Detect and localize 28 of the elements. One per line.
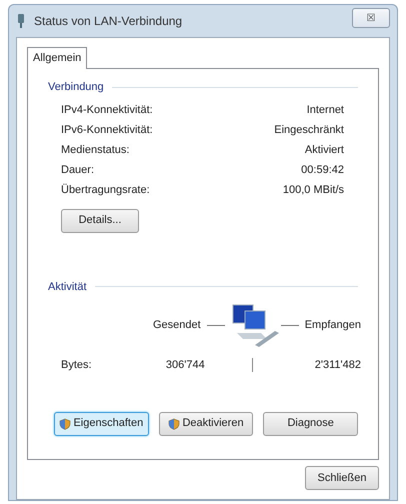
shield-icon bbox=[168, 418, 180, 430]
close-dialog-button[interactable]: Schließen bbox=[305, 466, 379, 490]
field-label: Übertragungsrate: bbox=[61, 182, 150, 198]
field-value: 00:59:42 bbox=[301, 163, 344, 178]
field-label: IPv4-Konnektivität: bbox=[61, 103, 153, 118]
bytes-sent: 306'744 bbox=[164, 358, 206, 373]
field-label: Dauer: bbox=[61, 163, 94, 178]
field-value: Aktiviert bbox=[304, 143, 344, 158]
bytes-label: Bytes: bbox=[60, 358, 93, 373]
tab[interactable]: Allgemein bbox=[27, 47, 88, 69]
bytes-received: 2'311'482 bbox=[314, 358, 361, 373]
section-heading: Verbindung bbox=[48, 80, 104, 95]
close-button[interactable]: ☒ bbox=[352, 8, 390, 28]
window-title: Status von LAN-Verbindung bbox=[34, 13, 182, 30]
section-heading: Aktivität bbox=[48, 280, 87, 294]
action-button[interactable]: Eigenschaften bbox=[54, 412, 149, 436]
network-cable-icon bbox=[16, 13, 26, 29]
field-label: Medienstatus: bbox=[61, 143, 130, 158]
received-label: Empfangen bbox=[304, 318, 361, 333]
details-button[interactable]: Details... bbox=[61, 208, 139, 232]
action-button[interactable]: Deaktivieren bbox=[158, 412, 254, 436]
action-button[interactable]: Diagnose bbox=[263, 412, 358, 436]
field-value: 100,0 MBit/s bbox=[282, 183, 344, 198]
field-value: Internet bbox=[306, 103, 344, 118]
field-value: Eingeschränkt bbox=[274, 123, 344, 138]
field-label: IPv6-Konnektivität: bbox=[61, 123, 153, 138]
shield-icon bbox=[59, 418, 72, 430]
sent-label: Gesendet bbox=[153, 318, 201, 333]
